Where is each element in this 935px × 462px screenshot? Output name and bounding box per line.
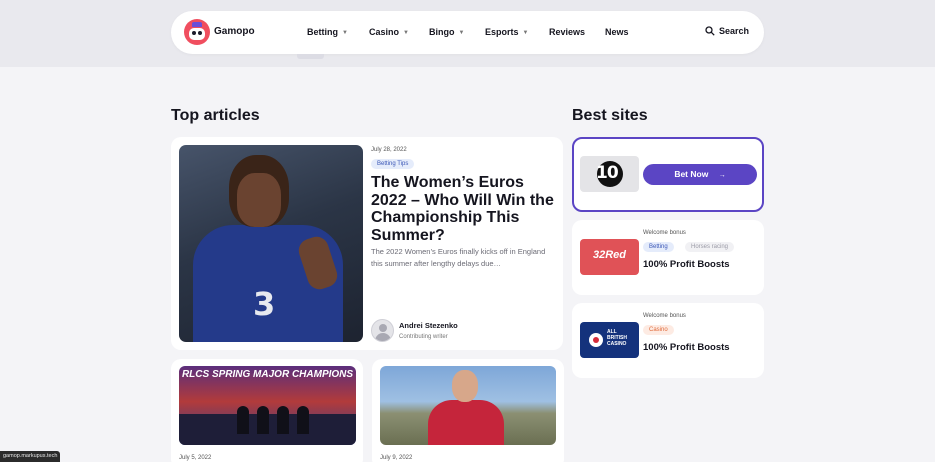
author-role: Contributing writer — [399, 334, 448, 340]
article-date: July 9, 2022 — [380, 455, 413, 461]
article-date: July 5, 2022 — [179, 455, 212, 461]
article-excerpt: The 2022 Women’s Euros finally kicks off… — [371, 247, 546, 268]
author-avatar — [371, 319, 394, 342]
32red-logo[interactable]: 32Red — [580, 239, 639, 275]
all-british-casino-logo[interactable]: ALL BRITISH CASINO — [580, 322, 639, 358]
navbar: Gamopo Betting ▼ Casino ▼ Bingo ▼ Esports ▼ … — [171, 11, 764, 54]
nav-betting[interactable]: Betting ▼ — [307, 27, 348, 37]
site-card-32red: 32Red Welcome bonus Betting Horses racin… — [572, 220, 764, 295]
top-articles-heading: Top articles — [171, 107, 260, 124]
article-card[interactable]: RLCS SPRING MAJOR CHAMPIONS July 5, 2022 — [171, 359, 363, 462]
nav-indicator — [297, 54, 324, 59]
brand-name[interactable]: Gamopo — [214, 26, 255, 37]
rlcs-image-text: RLCS SPRING MAJOR CHAMPIONS — [181, 369, 354, 380]
site-card-10bet: 10 Bet Now → — [572, 137, 764, 212]
offer-text[interactable]: 100% Profit Boosts — [643, 259, 730, 270]
nav-esports[interactable]: Esports ▼ — [485, 27, 528, 37]
article-card[interactable]: July 9, 2022 — [372, 359, 564, 462]
site-card-all-british-casino: ALL BRITISH CASINO Welcome bonus Casino … — [572, 303, 764, 378]
featured-article-image[interactable]: 3 — [179, 145, 363, 342]
article-image[interactable] — [380, 366, 556, 445]
welcome-bonus-label: Welcome bonus — [643, 313, 686, 319]
chevron-down-icon: ▼ — [522, 30, 529, 36]
nav-news[interactable]: News — [605, 27, 629, 37]
search-icon — [705, 26, 715, 36]
article-tag[interactable]: Betting Tips — [371, 159, 415, 169]
nav-bingo[interactable]: Bingo ▼ — [429, 27, 464, 37]
chevron-down-icon: ▼ — [458, 30, 465, 36]
10bet-logo[interactable]: 10 — [580, 156, 639, 192]
nav-reviews[interactable]: Reviews — [549, 27, 585, 37]
offer-text[interactable]: 100% Profit Boosts — [643, 342, 730, 353]
welcome-bonus-label: Welcome bonus — [643, 230, 686, 236]
tag-horses-racing[interactable]: Horses racing — [685, 242, 735, 252]
tag-betting[interactable]: Betting — [643, 242, 674, 252]
tag-casino[interactable]: Casino — [643, 325, 674, 335]
article-title[interactable]: The Women’s Euros 2022 – Who Will Win th… — [371, 174, 557, 244]
article-image[interactable]: RLCS SPRING MAJOR CHAMPIONS — [179, 366, 356, 445]
article-date: July 28, 2022 — [371, 147, 407, 153]
chevron-down-icon: ▼ — [342, 30, 348, 36]
nav-casino[interactable]: Casino ▼ — [369, 27, 409, 37]
arrow-right-icon: → — [718, 172, 726, 179]
chevron-down-icon: ▼ — [403, 30, 409, 36]
best-sites-heading: Best sites — [572, 107, 648, 124]
status-bar-url: gamop.markupus.tech — [0, 451, 61, 462]
featured-article-card[interactable]: 3 July 28, 2022 Betting Tips The Women’s… — [171, 137, 563, 350]
author-name[interactable]: Andrei Stezenko — [399, 321, 458, 330]
bet-now-button[interactable]: Bet Now → — [643, 164, 757, 185]
gamopo-logo-icon[interactable] — [184, 19, 210, 45]
search-button[interactable]: Search — [705, 26, 749, 36]
